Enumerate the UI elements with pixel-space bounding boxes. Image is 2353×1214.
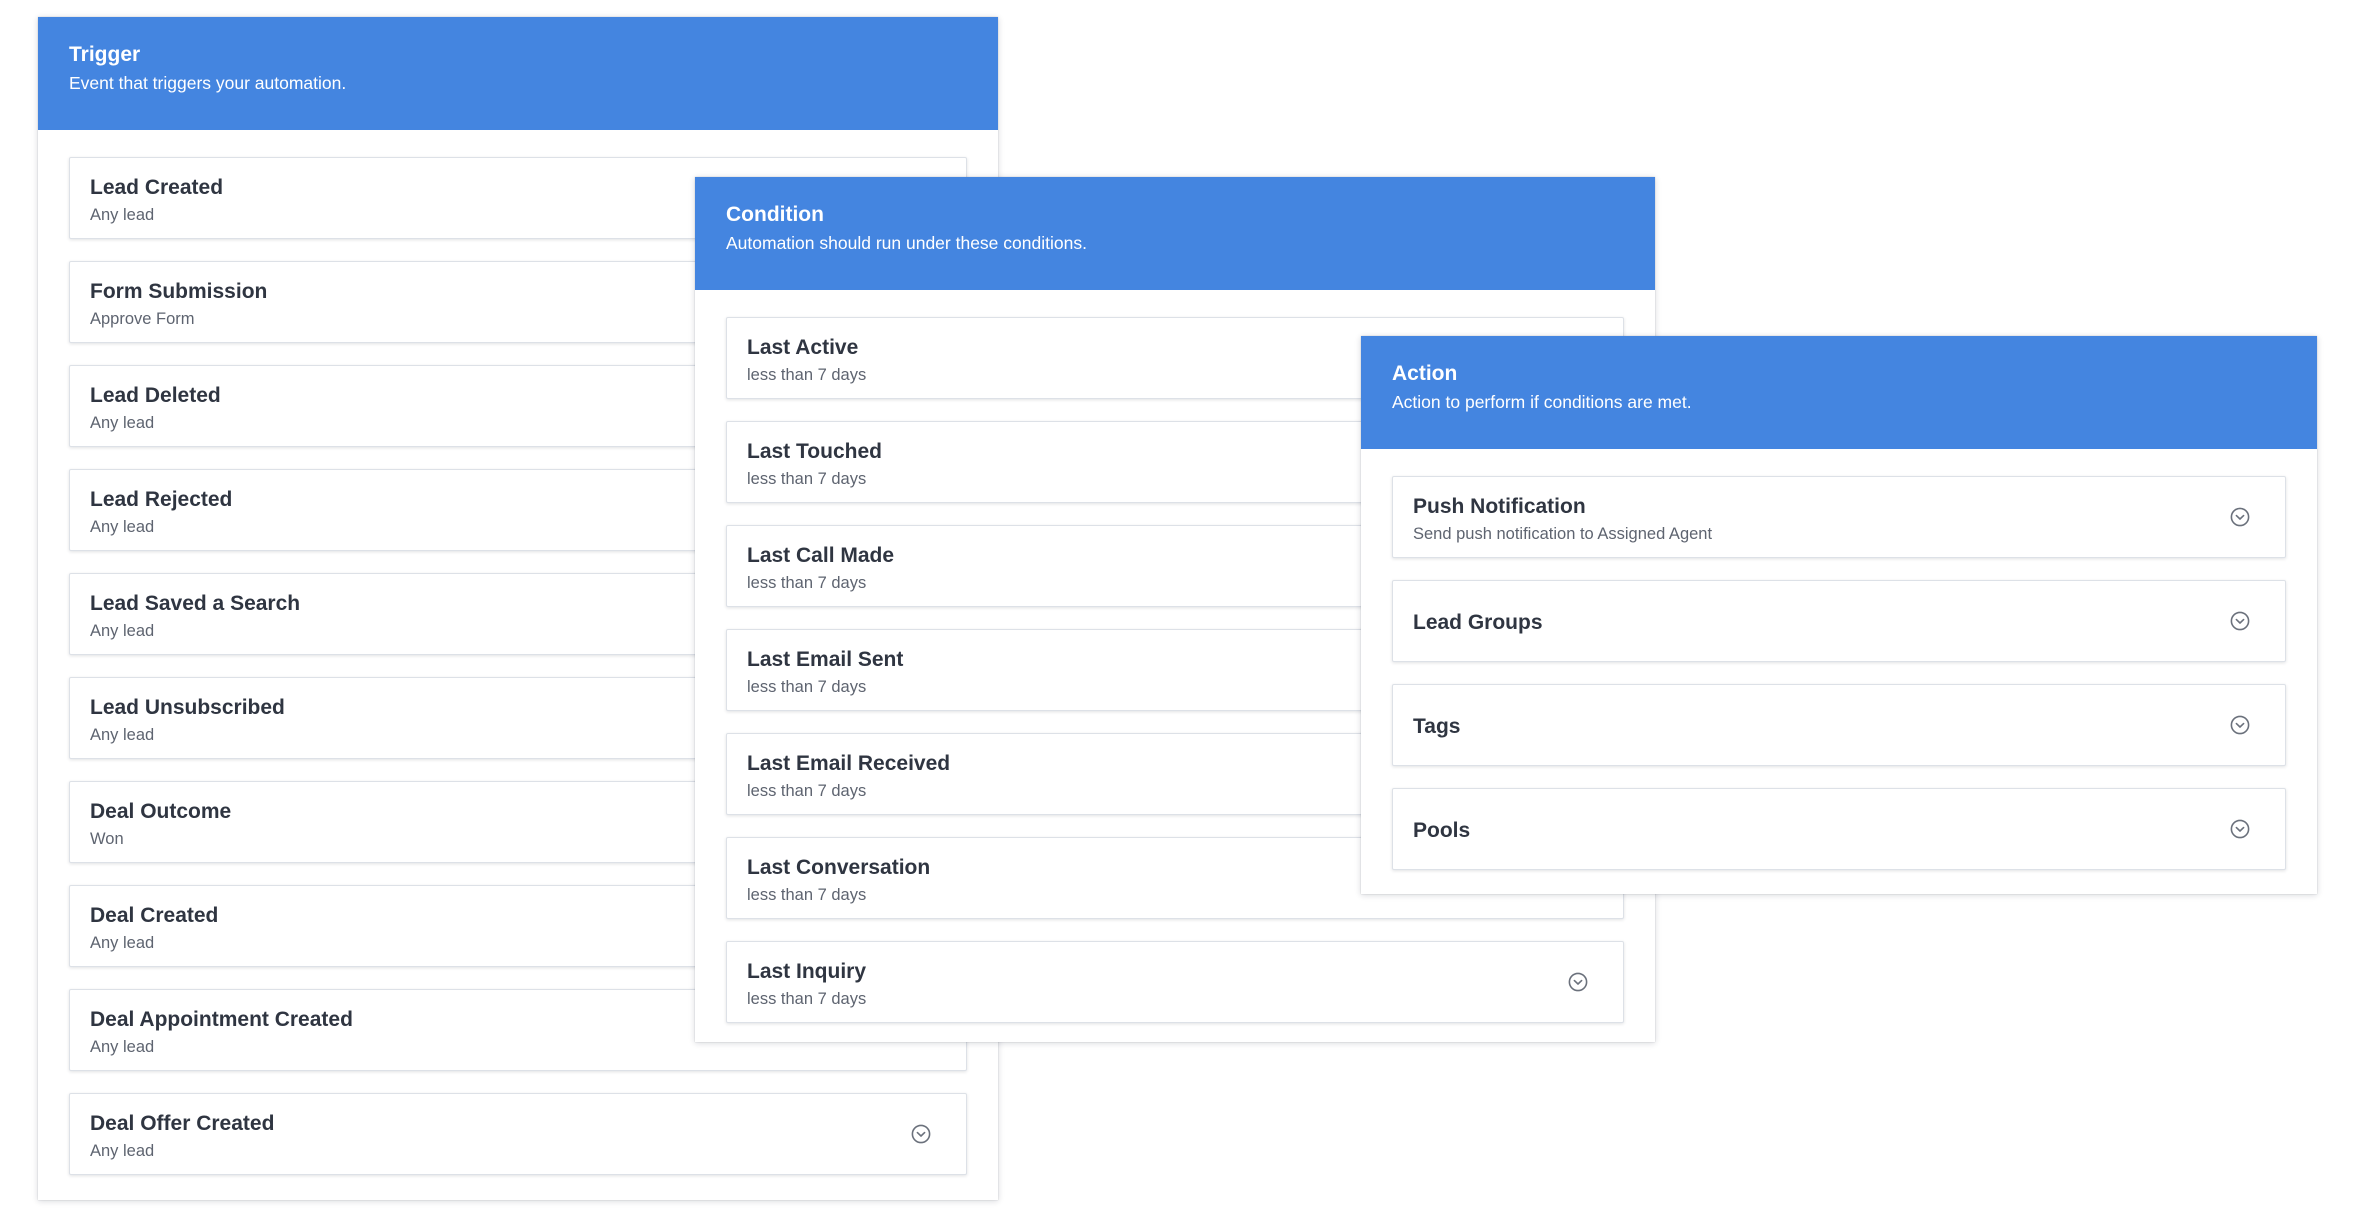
item-subtitle: less than 7 days (747, 990, 867, 1008)
chevron-down-circle-icon[interactable] (2230, 715, 2250, 735)
condition-panel-header: Condition Automation should run under th… (695, 177, 1655, 290)
item-subtitle: Any lead (90, 206, 155, 224)
item-title: Last Email Received (747, 752, 951, 775)
chevron-down-circle-icon[interactable] (1568, 972, 1588, 992)
item-subtitle: Any lead (90, 1038, 155, 1056)
item-title: Tags (1413, 715, 1461, 738)
item-subtitle: less than 7 days (747, 470, 867, 488)
item-subtitle: Any lead (90, 934, 155, 952)
item-title: Deal Offer Created (90, 1112, 275, 1135)
action-item-lead-groups[interactable]: Lead Groups (1392, 580, 2286, 662)
condition-panel-subtitle: Automation should run under these condit… (726, 233, 1087, 253)
item-title: Lead Unsubscribed (90, 696, 285, 719)
item-subtitle: less than 7 days (747, 366, 867, 384)
item-subtitle: Send push notification to Assigned Agent (1413, 525, 1713, 543)
action-panel: Action Action to perform if conditions a… (1361, 336, 2317, 894)
action-item-tags[interactable]: Tags (1392, 684, 2286, 766)
item-subtitle: Won (90, 830, 124, 848)
item-subtitle: Any lead (90, 726, 155, 744)
item-subtitle: Approve Form (90, 310, 195, 328)
action-item-push-notification[interactable]: Push Notification Send push notification… (1392, 476, 2286, 558)
action-item-pools[interactable]: Pools (1392, 788, 2286, 870)
chevron-down-circle-icon[interactable] (2230, 819, 2250, 839)
item-title: Lead Created (90, 176, 224, 199)
item-subtitle: Any lead (90, 518, 155, 536)
item-title: Last Active (747, 336, 859, 359)
item-title: Last Touched (747, 440, 882, 463)
chevron-down-circle-icon[interactable] (2230, 507, 2250, 527)
item-title: Deal Created (90, 904, 219, 927)
item-subtitle: less than 7 days (747, 574, 867, 592)
action-panel-title: Action (1392, 362, 1458, 385)
item-title: Deal Appointment Created (90, 1008, 353, 1031)
item-title: Last Conversation (747, 856, 931, 879)
item-title: Pools (1413, 819, 1471, 842)
item-title: Last Inquiry (747, 960, 867, 983)
item-title: Last Call Made (747, 544, 895, 567)
item-subtitle: Any lead (90, 1142, 155, 1160)
item-subtitle: Any lead (90, 414, 155, 432)
trigger-panel-header: Trigger Event that triggers your automat… (38, 17, 998, 130)
action-list: Push Notification Send push notification… (1361, 449, 2317, 870)
item-title: Last Email Sent (747, 648, 904, 671)
item-title: Lead Deleted (90, 384, 221, 407)
chevron-down-circle-icon[interactable] (911, 1124, 931, 1144)
item-title: Lead Saved a Search (90, 592, 301, 615)
item-title: Deal Outcome (90, 800, 232, 823)
chevron-down-circle-icon[interactable] (2230, 611, 2250, 631)
trigger-item-deal-offer-created[interactable]: Deal Offer Created Any lead (69, 1093, 967, 1175)
trigger-panel-subtitle: Event that triggers your automation. (69, 73, 347, 93)
condition-item-last-inquiry[interactable]: Last Inquiry less than 7 days (726, 941, 1624, 1023)
item-title: Push Notification (1413, 495, 1586, 518)
action-panel-header: Action Action to perform if conditions a… (1361, 336, 2317, 449)
item-subtitle: less than 7 days (747, 886, 867, 904)
item-subtitle: less than 7 days (747, 678, 867, 696)
item-subtitle: less than 7 days (747, 782, 867, 800)
condition-panel-title: Condition (726, 203, 824, 226)
item-title: Form Submission (90, 280, 268, 303)
trigger-panel-title: Trigger (69, 43, 141, 66)
item-title: Lead Groups (1413, 611, 1543, 634)
item-subtitle: Any lead (90, 622, 155, 640)
item-title: Lead Rejected (90, 488, 233, 511)
action-panel-subtitle: Action to perform if conditions are met. (1392, 392, 1692, 412)
